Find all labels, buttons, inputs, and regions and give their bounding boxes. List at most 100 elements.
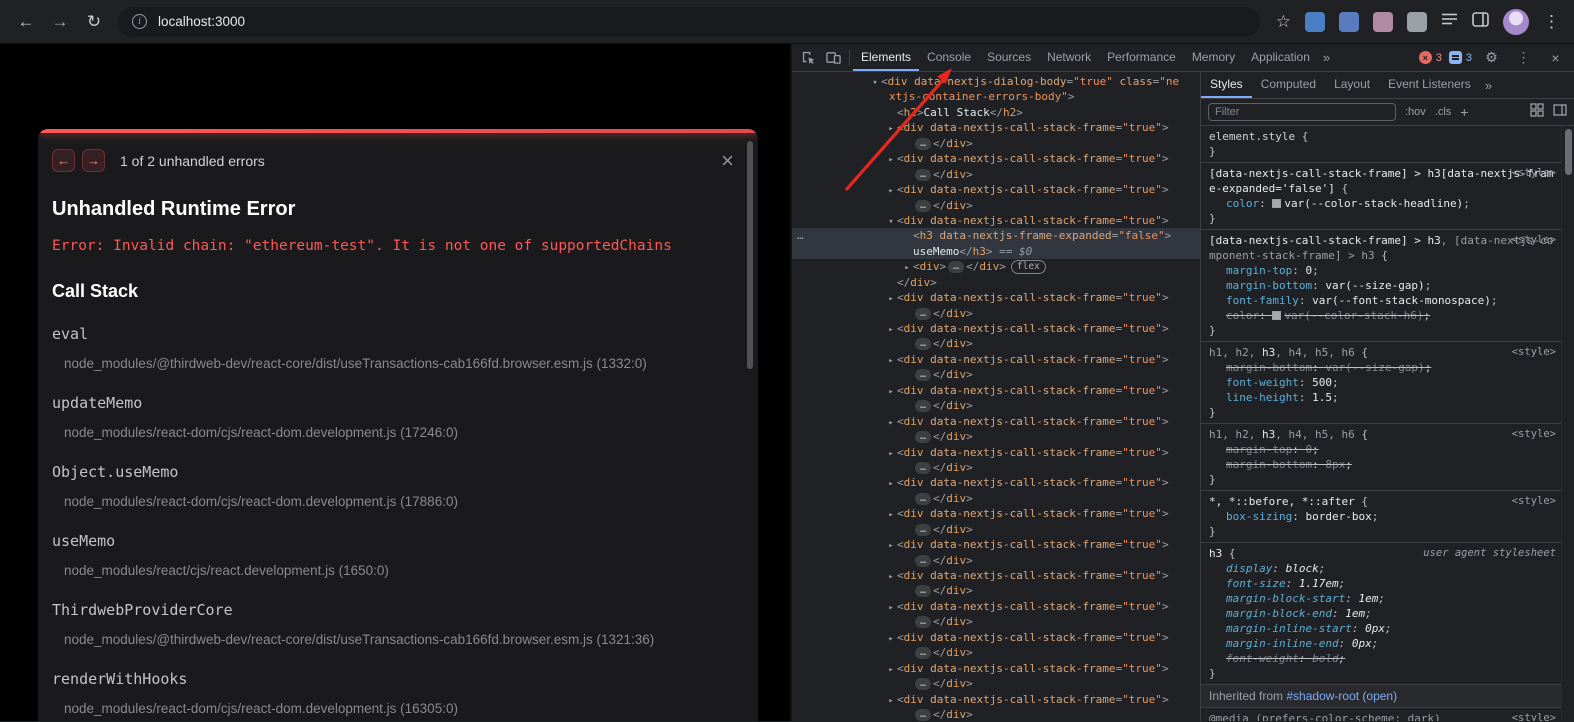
- dom-tree-row[interactable]: …</div>: [792, 306, 1200, 321]
- new-style-rule-button[interactable]: +: [1460, 104, 1468, 120]
- inline-expand-icon[interactable]: …: [915, 431, 931, 443]
- dom-tree-row[interactable]: …</div>: [792, 398, 1200, 413]
- css-property[interactable]: color: var(--color-stack-headline);: [1209, 196, 1557, 211]
- css-property[interactable]: display: block;: [1209, 561, 1557, 576]
- back-button[interactable]: ←: [10, 6, 42, 38]
- inline-expand-icon[interactable]: …: [915, 462, 931, 474]
- dom-tree-row[interactable]: …</div>: [792, 429, 1200, 444]
- forward-button[interactable]: →: [44, 6, 76, 38]
- element-classes-toggle[interactable]: .cls: [1435, 106, 1452, 118]
- inline-expand-icon[interactable]: …: [915, 369, 931, 381]
- inline-expand-icon[interactable]: …: [915, 400, 931, 412]
- inline-expand-icon[interactable]: …: [915, 308, 931, 320]
- console-errors-badge[interactable]: × 3: [1419, 51, 1442, 64]
- settings-gear-icon[interactable]: ⚙: [1479, 45, 1504, 71]
- grid-icon[interactable]: [1530, 103, 1544, 122]
- dom-tree-row[interactable]: …</div>: [792, 198, 1200, 213]
- dom-tree-row[interactable]: ▸<div data-nextjs-call-stack-frame="true…: [792, 475, 1200, 490]
- inline-expand-icon[interactable]: …: [915, 678, 931, 690]
- css-property[interactable]: font-size: 1.17em;: [1209, 576, 1557, 591]
- dom-tree-row[interactable]: …</div>: [792, 136, 1200, 151]
- dom-tree-row[interactable]: ▸<div data-nextjs-call-stack-frame="true…: [792, 506, 1200, 521]
- dom-tree-row[interactable]: ▸<div data-nextjs-call-stack-frame="true…: [792, 661, 1200, 676]
- dom-tree-row[interactable]: ▸<div>…</div>flex: [792, 259, 1200, 274]
- browser-menu-icon[interactable]: ⋮: [1543, 12, 1560, 32]
- dom-tree-row[interactable]: ▸<div data-nextjs-call-stack-frame="true…: [792, 352, 1200, 367]
- dom-tree-row[interactable]: ▸<div data-nextjs-call-stack-frame="true…: [792, 321, 1200, 336]
- stylesheet-source-link[interactable]: <style>: [1512, 233, 1556, 248]
- css-property[interactable]: margin-block-end: 1em;: [1209, 606, 1557, 621]
- devtools-tab-elements[interactable]: Elements: [853, 44, 919, 71]
- extension-icon-2[interactable]: [1339, 12, 1359, 32]
- rule-selector[interactable]: [data-nextjs-call-stack-frame] > h3, [da…: [1209, 233, 1557, 263]
- dom-tree-row[interactable]: …</div>: [792, 167, 1200, 182]
- dom-tree-row[interactable]: ▸<div data-nextjs-call-stack-frame="true…: [792, 120, 1200, 135]
- css-property[interactable]: margin-top: 0;: [1209, 263, 1557, 278]
- dom-tree-row[interactable]: </div>: [792, 275, 1200, 290]
- inline-expand-icon[interactable]: …: [915, 169, 931, 181]
- css-property[interactable]: font-weight: bold;: [1209, 651, 1557, 666]
- rule-selector[interactable]: *, *::before, *::after {: [1209, 494, 1557, 509]
- dom-tree-row[interactable]: ▾<div data-nextjs-call-stack-frame="true…: [792, 213, 1200, 228]
- devtools-tab-network[interactable]: Network: [1039, 44, 1099, 71]
- dom-tree-row[interactable]: …</div>: [792, 583, 1200, 598]
- dom-tree-row[interactable]: ▸<div data-nextjs-call-stack-frame="true…: [792, 414, 1200, 429]
- previous-error-button[interactable]: ←: [52, 149, 75, 172]
- dom-tree-row[interactable]: …</div>: [792, 460, 1200, 475]
- dom-tree-row[interactable]: ▸<div data-nextjs-call-stack-frame="true…: [792, 445, 1200, 460]
- sidebar-tab-styles[interactable]: Styles: [1201, 72, 1252, 98]
- side-panel-icon[interactable]: [1472, 12, 1489, 32]
- dom-tree-row[interactable]: …</div>: [792, 491, 1200, 506]
- dom-tree-row[interactable]: …</div>: [792, 553, 1200, 568]
- devtools-menu-icon[interactable]: ⋮: [1511, 45, 1536, 71]
- inline-expand-icon[interactable]: …: [915, 585, 931, 597]
- stylesheet-source-link[interactable]: <style>: [1512, 494, 1556, 509]
- inline-expand-icon[interactable]: …: [915, 138, 931, 150]
- dom-tree-row[interactable]: ▸<div data-nextjs-call-stack-frame="true…: [792, 537, 1200, 552]
- sidebar-tab-event-listeners[interactable]: Event Listeners: [1379, 72, 1480, 98]
- dom-tree-row[interactable]: …</div>: [792, 367, 1200, 382]
- inline-expand-icon[interactable]: …: [915, 524, 931, 536]
- dom-tree-row[interactable]: <h2>Call Stack</h2>: [792, 105, 1200, 120]
- inline-expand-icon[interactable]: …: [915, 647, 931, 659]
- css-property[interactable]: font-weight: 500;: [1209, 375, 1557, 390]
- overlay-scrollbar[interactable]: [747, 141, 753, 369]
- tab-list-icon[interactable]: [1441, 12, 1458, 31]
- styles-filter-input[interactable]: [1208, 103, 1396, 121]
- devtools-tab-sources[interactable]: Sources: [979, 44, 1039, 71]
- shadow-root-link[interactable]: #shadow-root (open): [1286, 689, 1397, 703]
- dom-tree-row[interactable]: ▸<div data-nextjs-call-stack-frame="true…: [792, 692, 1200, 707]
- stylesheet-source-link[interactable]: <style>: [1512, 166, 1556, 181]
- next-error-button[interactable]: →: [82, 149, 105, 172]
- address-bar[interactable]: i localhost:3000: [118, 7, 1260, 37]
- dom-tree-row[interactable]: ▸<div data-nextjs-call-stack-frame="true…: [792, 290, 1200, 305]
- rule-selector[interactable]: [data-nextjs-call-stack-frame] > h3[data…: [1209, 166, 1557, 196]
- stylesheet-source-link[interactable]: <style>: [1512, 427, 1556, 442]
- dom-tree-row[interactable]: ▸<div data-nextjs-call-stack-frame="true…: [792, 151, 1200, 166]
- reload-button[interactable]: ↻: [78, 6, 110, 38]
- dom-tree-row[interactable]: …</div>: [792, 645, 1200, 660]
- dom-tree-row[interactable]: ▸<div data-nextjs-call-stack-frame="true…: [792, 630, 1200, 645]
- extension-icon-1[interactable]: [1305, 12, 1325, 32]
- inline-expand-icon[interactable]: …: [915, 709, 931, 721]
- css-property[interactable]: color: var(--color-stack-h6);: [1209, 308, 1557, 323]
- css-property[interactable]: margin-block-start: 1em;: [1209, 591, 1557, 606]
- bookmark-star-icon[interactable]: ☆: [1276, 12, 1291, 32]
- dom-tree-row[interactable]: ▸<div data-nextjs-call-stack-frame="true…: [792, 383, 1200, 398]
- inline-expand-icon[interactable]: …: [915, 338, 931, 350]
- css-property[interactable]: font-family: var(--font-stack-monospace)…: [1209, 293, 1557, 308]
- inline-expand-icon[interactable]: …: [948, 261, 964, 273]
- css-property[interactable]: margin-top: 0;: [1209, 442, 1557, 457]
- color-swatch[interactable]: [1272, 199, 1281, 208]
- dom-tree-row[interactable]: …</div>: [792, 707, 1200, 721]
- dom-tree-row[interactable]: …</div>: [792, 336, 1200, 351]
- dom-tree-row[interactable]: …</div>: [792, 676, 1200, 691]
- profile-avatar[interactable]: [1503, 9, 1529, 35]
- dom-tree-row[interactable]: ▾<div data-nextjs-dialog-body="true" cla…: [792, 74, 1200, 89]
- flex-badge[interactable]: flex: [1011, 260, 1046, 274]
- dom-tree-row[interactable]: …</div>: [792, 522, 1200, 537]
- styles-scrollbar[interactable]: [1561, 126, 1574, 721]
- color-swatch[interactable]: [1272, 311, 1281, 320]
- sidebar-tab-layout[interactable]: Layout: [1325, 72, 1379, 98]
- devtools-tab-performance[interactable]: Performance: [1099, 44, 1184, 71]
